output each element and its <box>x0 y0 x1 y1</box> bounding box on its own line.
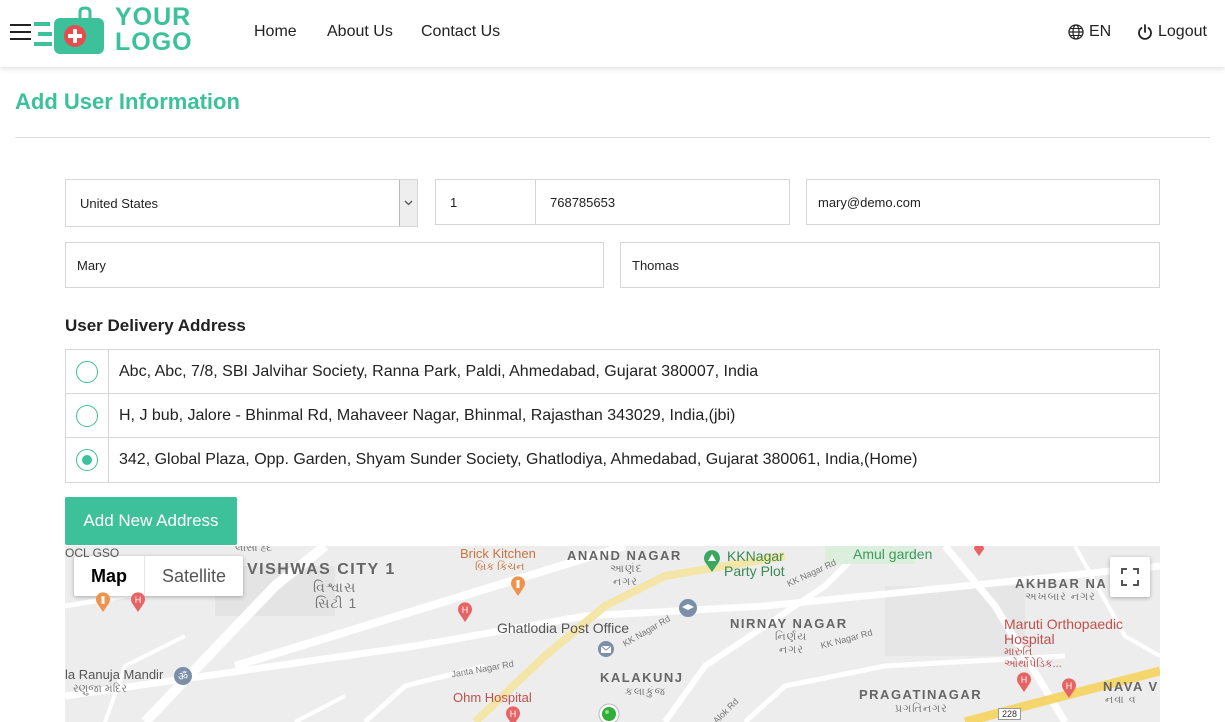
map-label: ઓર્થોપેડિક... <box>1004 658 1062 670</box>
svg-text:H: H <box>1066 681 1073 691</box>
location-marker-icon[interactable] <box>598 703 620 722</box>
address-text: Abc, Abc, 7/8, SBI Jalvihar Society, Ran… <box>119 362 759 380</box>
email-input[interactable]: mary@demo.com <box>806 179 1160 225</box>
hospital-pin-icon[interactable]: H <box>1061 678 1077 698</box>
nav-contact-link[interactable]: Contact Us <box>421 23 500 41</box>
language-label: EN <box>1089 23 1112 40</box>
logout-label: Logout <box>1158 23 1207 40</box>
fullscreen-icon <box>1121 568 1139 586</box>
nav-about-link[interactable]: About Us <box>327 23 393 41</box>
hospital-pin-icon[interactable]: H <box>130 592 146 612</box>
map-label: Maruti Orthopaedic <box>1004 616 1124 632</box>
hospital-pin-icon[interactable]: H <box>1016 672 1032 692</box>
map-label: KALAKUNJ <box>600 670 684 685</box>
svg-text:H: H <box>510 709 517 719</box>
map-label: Hospital <box>1004 631 1055 647</box>
language-selector[interactable]: EN <box>1068 23 1111 41</box>
map-view[interactable]: Map Satellite OCL GSO લાસા હ્દ VISHWAS C… <box>65 546 1160 722</box>
map-label: બ્રિક કિચન <box>475 561 525 573</box>
svg-text:H: H <box>462 605 469 615</box>
map-label: Ghatlodia Post Office <box>497 620 630 636</box>
address-radio-1[interactable] <box>76 360 98 383</box>
map-label: 228 <box>998 708 1022 720</box>
food-pin-icon[interactable] <box>95 592 111 612</box>
top-header: YOUR LOGO Home About Us Contact Us EN Lo… <box>0 0 1225 67</box>
map-label: KKNagar <box>727 548 784 564</box>
map-label: નગર <box>779 644 804 656</box>
country-select[interactable]: United States <box>65 179 418 227</box>
map-label: Brick Kitchen <box>460 546 536 561</box>
map-label: VISHWAS CITY 1 <box>247 561 396 578</box>
last-name-input[interactable]: Thomas <box>620 242 1160 288</box>
address-row[interactable]: H, J bub, Jalore - Bhinmal Rd, Mahaveer … <box>66 394 1159 438</box>
map-label: PRAGATINAGAR <box>859 687 983 702</box>
map-type-map-button[interactable]: Map <box>74 556 144 596</box>
map-label: નવા વ <box>1105 694 1137 706</box>
map-label: Party Plot <box>724 563 785 579</box>
map-type-toggle: Map Satellite <box>74 556 244 596</box>
temple-pin-icon[interactable]: ॐ <box>173 666 193 686</box>
fullscreen-button[interactable] <box>1110 557 1150 597</box>
first-name-input[interactable]: Mary <box>65 242 604 288</box>
svg-text:H: H <box>1021 675 1028 685</box>
add-new-address-button[interactable]: Add New Address <box>65 497 237 545</box>
map-label: આણંદ <box>610 563 643 575</box>
nav-home-link[interactable]: Home <box>254 23 297 41</box>
logout-button[interactable]: Logout <box>1137 23 1207 41</box>
page-title: Add User Information <box>15 89 240 114</box>
map-label: NAVA V <box>1103 679 1159 694</box>
map-label: NIRNAY NAGAR <box>730 616 848 631</box>
address-radio-2[interactable] <box>76 404 98 427</box>
logo-icon <box>34 6 104 54</box>
park-pin-icon[interactable] <box>703 550 721 572</box>
hamburger-menu-icon[interactable] <box>10 24 31 42</box>
map-label: AKHBAR NA <box>1015 576 1108 591</box>
power-icon <box>1138 23 1152 40</box>
delivery-address-title: User Delivery Address <box>65 316 246 335</box>
svg-text:ॐ: ॐ <box>178 670 188 683</box>
hospital-pin-icon[interactable] <box>973 546 985 556</box>
map-label: નગર <box>613 576 638 588</box>
country-value: United States <box>80 195 159 211</box>
map-label: વિશ્વાસ <box>313 579 357 595</box>
map-label: કલાકુંજ <box>625 686 666 698</box>
map-label: લાસા હ્દ <box>235 546 273 554</box>
phone-code-input[interactable]: 1 <box>435 179 536 225</box>
map-label: નિર્ણય <box>775 631 808 643</box>
map-label: ANAND NAGAR <box>567 548 682 563</box>
phone-number-input[interactable]: 768785653 <box>535 179 790 225</box>
map-label: અખબાર નગર <box>1025 591 1096 603</box>
title-divider <box>15 137 1210 138</box>
hospital-pin-icon[interactable]: H <box>457 602 473 622</box>
map-label: પ્રગતિનગર <box>895 703 948 715</box>
address-radio-3[interactable] <box>76 449 98 471</box>
post-office-pin-icon[interactable] <box>597 640 615 660</box>
address-text: 342, Global Plaza, Opp. Garden, Shyam Su… <box>119 451 918 468</box>
map-label: સિટી 1 <box>315 595 358 611</box>
address-text: H, J bub, Jalore - Bhinmal Rd, Mahaveer … <box>119 406 736 424</box>
svg-text:H: H <box>135 595 142 605</box>
map-label: Ohm Hospital <box>453 690 532 705</box>
address-list: Abc, Abc, 7/8, SBI Jalvihar Society, Ran… <box>65 349 1160 483</box>
map-label: la Ranuja Mandir <box>65 667 164 682</box>
map-label: OCL GSO <box>65 546 120 560</box>
address-row[interactable]: 342, Global Plaza, Opp. Garden, Shyam Su… <box>66 438 1159 482</box>
logo-text: YOUR LOGO <box>115 3 193 56</box>
address-row[interactable]: Abc, Abc, 7/8, SBI Jalvihar Society, Ran… <box>66 350 1159 394</box>
school-pin-icon[interactable] <box>678 598 698 618</box>
map-type-satellite-button[interactable]: Satellite <box>144 556 243 596</box>
globe-icon <box>1068 24 1084 40</box>
map-label: રણુજા મંદિર <box>73 683 128 695</box>
hospital-pin-icon[interactable]: H <box>505 706 521 722</box>
map-label: Amul garden <box>853 546 933 562</box>
chevron-down-icon[interactable] <box>399 180 417 226</box>
food-pin-icon[interactable] <box>510 576 526 596</box>
